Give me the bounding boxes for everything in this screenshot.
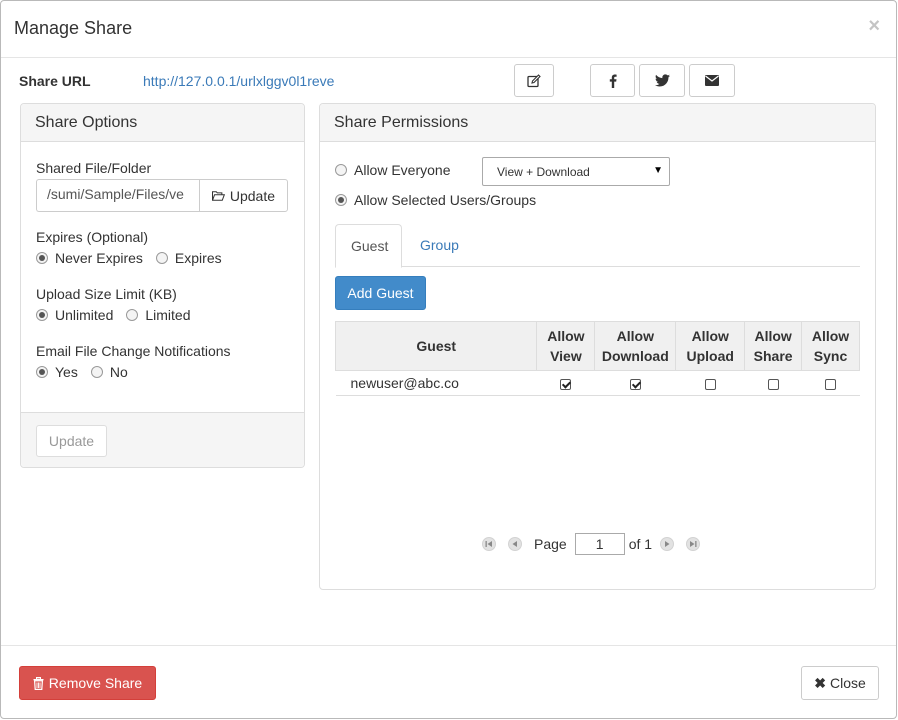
prev-page-icon[interactable]: [508, 537, 522, 551]
allow-sync-checkbox[interactable]: [825, 378, 837, 390]
notify-options: Yes No: [36, 364, 128, 380]
upload-limit-options: Unlimited Limited: [36, 307, 191, 323]
header-allow-upload: Allow Upload: [675, 321, 746, 371]
expires-option-label: Expires: [174, 250, 222, 266]
folder-open-icon: [212, 190, 225, 201]
allow-selected-row: Allow Selected Users/Groups: [335, 192, 536, 208]
share-options-footer: Update: [21, 412, 304, 467]
dropdown-arrow-icon: ▼: [653, 165, 663, 176]
email-icon: [705, 75, 719, 86]
allow-selected-label: Allow Selected Users/Groups: [354, 192, 537, 208]
expires-options: Never Expires Expires: [36, 250, 222, 266]
next-page-icon[interactable]: [660, 537, 675, 551]
header-allow-view: Allow View: [536, 321, 596, 371]
close-label: Close: [829, 675, 866, 691]
notify-no-radio[interactable]: [90, 366, 103, 378]
page-number-input[interactable]: 1: [574, 533, 625, 555]
email-share-button[interactable]: [689, 64, 735, 97]
share-url-link[interactable]: http://127.0.0.1/urlxlggv0l1reve: [143, 73, 334, 89]
table-row: newuser@abc.co: [335, 370, 860, 396]
allow-everyone-row: Allow Everyone: [335, 162, 451, 178]
allow-share-checkbox[interactable]: [767, 378, 779, 390]
facebook-icon: [609, 74, 617, 88]
header-guest: Guest: [334, 321, 538, 371]
close-icon[interactable]: ×: [868, 15, 880, 38]
edit-share-url-button[interactable]: [514, 64, 554, 97]
never-expires-radio[interactable]: [36, 252, 48, 264]
shared-path-group: /sumi/Sample/Files/ve Update: [36, 179, 288, 212]
allow-download-checkbox[interactable]: [629, 378, 641, 390]
allow-selected-radio[interactable]: [335, 194, 347, 206]
twitter-share-button[interactable]: [639, 64, 685, 97]
modal-header: Manage Share ×: [1, 1, 896, 58]
page-count: of 1: [628, 536, 653, 552]
remove-share-button[interactable]: Remove Share: [19, 666, 156, 700]
expires-label: Expires (Optional): [36, 229, 149, 245]
shared-path-input[interactable]: /sumi/Sample/Files/ve: [36, 179, 199, 212]
header-allow-download: Allow Download: [594, 321, 677, 371]
allow-view-checkbox[interactable]: [560, 378, 572, 390]
tab-guest[interactable]: Guest: [335, 224, 402, 268]
share-url-label: Share URL: [19, 73, 91, 89]
permission-tabs: Guest Group: [335, 224, 860, 268]
share-options-heading: Share Options: [21, 104, 304, 142]
tab-group[interactable]: Group: [405, 224, 474, 268]
guest-permissions-table: Guest Allow View Allow Download Allow Up…: [334, 321, 860, 396]
shared-path-label: Shared File/Folder: [36, 160, 152, 176]
share-permissions-panel: Share Permissions Allow Everyone View + …: [319, 103, 876, 590]
pager: Page 1 of 1: [482, 533, 712, 555]
allow-everyone-label: Allow Everyone: [354, 162, 451, 178]
update-path-button[interactable]: Update: [199, 179, 288, 212]
never-expires-label: Never Expires: [55, 250, 143, 266]
notify-label: Email File Change Notifications: [36, 343, 231, 359]
share-options-update-button[interactable]: Update: [36, 425, 107, 457]
trash-icon: [33, 676, 44, 690]
allow-upload-checkbox[interactable]: [704, 378, 716, 390]
close-button[interactable]: ✖ Close: [801, 666, 879, 700]
manage-share-modal: Manage Share × Share URL http://127.0.0.…: [0, 0, 897, 719]
upload-limit-label: Upload Size Limit (KB): [36, 286, 177, 302]
last-page-icon[interactable]: [686, 537, 701, 551]
header-allow-sync: Allow Sync: [801, 321, 860, 371]
remove-share-label: Remove Share: [48, 675, 143, 691]
twitter-icon: [654, 74, 670, 87]
notify-no-label: No: [109, 364, 128, 380]
facebook-share-button[interactable]: [590, 64, 635, 97]
everyone-permission-select[interactable]: View + Download ▼: [482, 157, 670, 186]
everyone-permission-value: View + Download: [497, 164, 590, 179]
modal-footer: Remove Share ✖ Close: [1, 645, 896, 720]
page-label: Page: [534, 536, 567, 552]
first-page-icon[interactable]: [482, 537, 496, 551]
notify-yes-radio[interactable]: [36, 366, 48, 378]
limited-label: Limited: [145, 307, 191, 323]
share-options-panel: Share Options Shared File/Folder /sumi/S…: [20, 103, 305, 468]
unlimited-radio[interactable]: [36, 309, 48, 321]
unlimited-label: Unlimited: [55, 307, 114, 323]
table-header-row: Guest Allow View Allow Download Allow Up…: [334, 321, 860, 371]
allow-everyone-radio[interactable]: [335, 164, 347, 176]
edit-icon: [527, 73, 541, 87]
expires-radio[interactable]: [155, 252, 168, 264]
limited-radio[interactable]: [126, 309, 139, 321]
share-permissions-heading: Share Permissions: [320, 104, 875, 142]
notify-yes-label: Yes: [55, 364, 78, 380]
close-x-icon: ✖: [814, 674, 826, 691]
update-path-label: Update: [229, 187, 275, 204]
header-allow-share: Allow Share: [744, 321, 803, 371]
add-guest-button[interactable]: Add Guest: [335, 276, 426, 310]
guest-email: newuser@abc.co: [335, 370, 537, 396]
modal-title: Manage Share: [14, 18, 133, 38]
